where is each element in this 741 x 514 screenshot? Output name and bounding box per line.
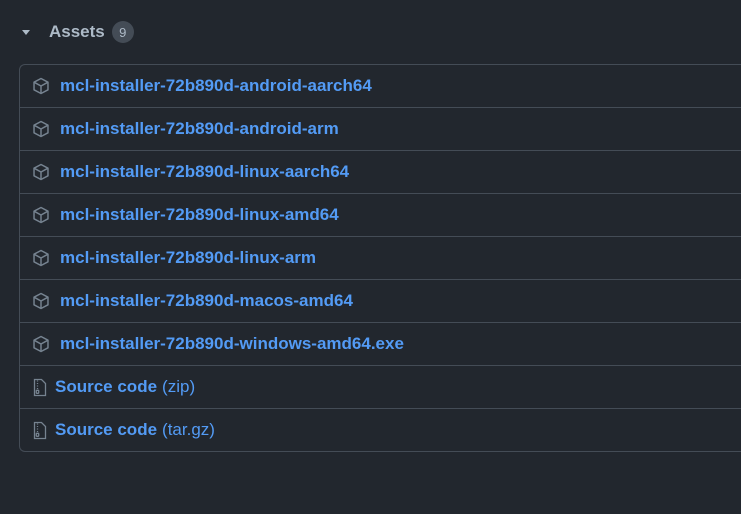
asset-link[interactable]: mcl-installer-72b890d-linux-arm [60,248,316,268]
source-code-link[interactable]: Source code [55,377,157,397]
package-icon [31,76,51,96]
asset-row: mcl-installer-72b890d-android-arm [20,108,741,151]
asset-row: mcl-installer-72b890d-linux-arm [20,237,741,280]
asset-link[interactable]: mcl-installer-72b890d-macos-amd64 [60,291,353,311]
asset-row: mcl-installer-72b890d-linux-amd64 [20,194,741,237]
source-format-label: (zip) [162,377,196,396]
asset-row: mcl-installer-72b890d-linux-aarch64 [20,151,741,194]
package-icon [31,291,51,311]
package-icon [31,248,51,268]
assets-list: mcl-installer-72b890d-android-aarch64 mc… [19,64,741,452]
asset-link[interactable]: mcl-installer-72b890d-linux-aarch64 [60,162,349,182]
source-row: Source code (tar.gz) [20,409,741,451]
assets-header[interactable]: Assets 9 [22,20,134,44]
package-icon [31,205,51,225]
package-icon [31,162,51,182]
caret-down-icon[interactable] [22,30,30,35]
source-row: Source code (zip) [20,366,741,409]
asset-link[interactable]: mcl-installer-72b890d-android-aarch64 [60,76,372,96]
file-zip-icon [32,377,48,397]
source-code-link[interactable]: Source code [55,420,157,440]
assets-title: Assets [49,22,105,41]
asset-row: mcl-installer-72b890d-macos-amd64 [20,280,741,323]
asset-link[interactable]: mcl-installer-72b890d-android-arm [60,119,339,139]
asset-link[interactable]: mcl-installer-72b890d-linux-amd64 [60,205,339,225]
source-format-label: (tar.gz) [162,420,215,439]
assets-count-badge: 9 [111,21,134,43]
package-icon [31,334,51,354]
package-icon [31,119,51,139]
asset-link[interactable]: mcl-installer-72b890d-windows-amd64.exe [60,334,404,354]
asset-row: mcl-installer-72b890d-android-aarch64 [20,65,741,108]
file-zip-icon [32,420,48,440]
asset-row: mcl-installer-72b890d-windows-amd64.exe [20,323,741,366]
